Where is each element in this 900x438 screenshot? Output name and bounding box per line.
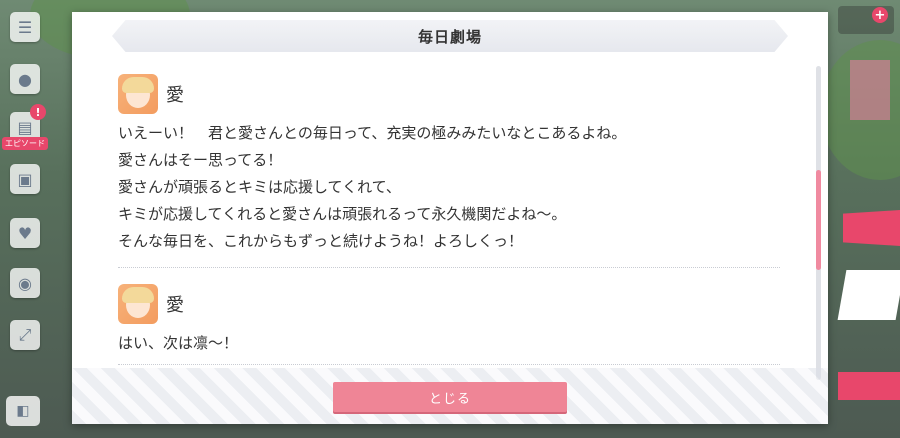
menu-icon[interactable]: ☰ — [10, 12, 40, 42]
dialogue-line: 愛さんが頑張るとキミは応援してくれて、 — [118, 178, 401, 196]
profile-button[interactable]: ◧ — [6, 396, 40, 426]
heart-icon[interactable]: ♥ — [10, 218, 40, 248]
dialogue-line: 愛さんはそー思ってる！ — [118, 151, 283, 169]
close-button[interactable]: とじる — [333, 382, 567, 412]
dialog-title: 毎日劇場 — [417, 27, 482, 46]
speaker-name: 愛 — [166, 295, 184, 316]
character-avatar — [118, 284, 158, 324]
expand-icon[interactable]: ⤢ — [10, 320, 40, 350]
entry-header: 愛 — [118, 74, 778, 114]
entry-header: 愛 — [118, 284, 778, 324]
dialogue-entry: 愛 はい、次は凛～！ — [118, 284, 778, 357]
dialogue-line: そんな毎日を、これからもずっと続けようね！よろしくっ！ — [118, 232, 524, 250]
event-label: エピソード — [2, 137, 48, 150]
notification-badge: ! — [30, 104, 46, 120]
daily-theater-dialog: 毎日劇場 愛 いえーい！ 君と愛さんとの毎日って、充実の極みみたいなとこあるよね… — [72, 12, 828, 424]
side-banner[interactable] — [838, 372, 900, 400]
character-avatar — [118, 74, 158, 114]
dialog-title-bar: 毎日劇場 — [112, 20, 788, 52]
side-menu: ☰ ● ▤ ! エピソード ▣ ♥ ◉ ⤢ ◧ — [0, 0, 50, 438]
dialogue-line: いえーい！ 君と愛さんとの毎日って、充実の極みみたいなとこあるよね。 — [118, 124, 627, 142]
avatar-hair — [122, 77, 154, 93]
chat-icon[interactable]: ● — [10, 64, 40, 94]
avatar-hair — [122, 287, 154, 303]
background-sign — [850, 60, 890, 120]
scrollbar-thumb[interactable] — [816, 170, 821, 270]
dialogue-line: はい、次は凛～！ — [118, 334, 239, 352]
dialogue-entry: 愛 いえーい！ 君と愛さんとの毎日って、充実の極みみたいなとこあるよね。 愛さん… — [118, 74, 778, 255]
entry-divider — [118, 267, 780, 268]
entry-divider — [118, 364, 780, 365]
speaker-name: 愛 — [166, 85, 184, 106]
event-banner[interactable] — [843, 210, 900, 246]
add-currency-button[interactable]: + — [872, 7, 888, 23]
people-icon[interactable]: ◉ — [10, 268, 40, 298]
side-card[interactable] — [837, 270, 900, 320]
gift-icon[interactable]: ▣ — [10, 164, 40, 194]
dialogue-line: キミが応援してくれると愛さんは頑張れるって永久機関だよね～。 — [118, 205, 567, 223]
